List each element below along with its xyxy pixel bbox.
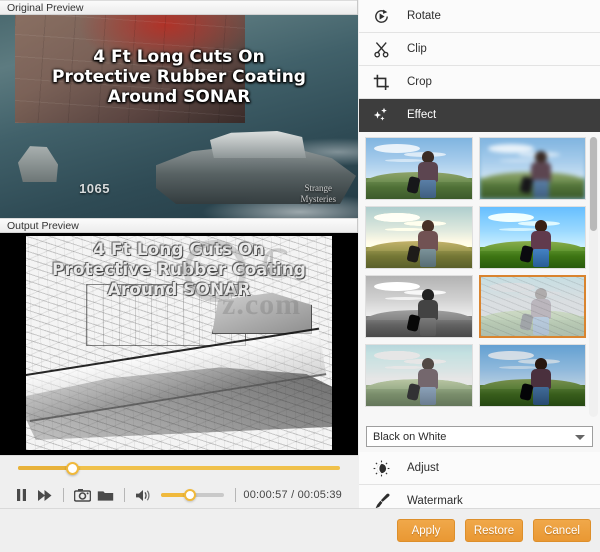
effect-thumbnail[interactable] <box>365 275 473 338</box>
tool-item-adjust[interactable]: Adjust <box>359 452 600 485</box>
caption-line-2: Protective Rubber Coating <box>52 67 306 88</box>
effect-preset-select-wrap: Black on White <box>359 422 600 452</box>
brightness-icon <box>373 460 399 477</box>
tool-item-clip[interactable]: Clip <box>359 33 600 66</box>
original-video-caption: 4 Ft Long Cuts On Protective Rubber Coat… <box>0 47 358 107</box>
effects-scrollbar-thumb[interactable] <box>590 137 597 231</box>
sparkle-icon <box>373 107 399 124</box>
effect-preset-select[interactable]: Black on White <box>366 426 593 447</box>
tool-label-clip: Clip <box>407 43 427 55</box>
effect-thumbnail[interactable] <box>365 206 473 269</box>
seek-progress-fill <box>18 466 73 470</box>
effect-thumbnail[interactable] <box>478 206 586 269</box>
divider <box>63 488 64 502</box>
tool-label-adjust: Adjust <box>407 462 439 474</box>
out-caption-line-3: Around SONAR <box>107 280 251 301</box>
caption-line-3: Around SONAR <box>107 87 251 108</box>
effect-preset-value: Black on White <box>373 430 447 443</box>
open-folder-button[interactable] <box>94 484 117 506</box>
crop-icon <box>373 74 399 91</box>
tool-item-rotate[interactable]: Rotate <box>359 0 600 33</box>
output-letterbox: 4 Ft Long Cuts On Protective Rubber Coat… <box>0 233 358 455</box>
channel-brand-overlay: Strange Mysteries <box>301 183 337 204</box>
dialog-footer: Apply Restore Cancel <box>0 508 600 552</box>
volume-handle[interactable] <box>184 489 197 501</box>
out-caption-line-2: Protective Rubber Coating <box>52 260 306 281</box>
snapshot-button[interactable] <box>71 484 94 506</box>
restore-button[interactable]: Restore <box>465 519 523 542</box>
rotate-icon <box>373 8 399 25</box>
original-preview-label: Original Preview <box>0 0 357 15</box>
effect-thumbnail[interactable] <box>478 344 586 407</box>
seek-slider[interactable] <box>18 461 340 475</box>
tool-label-watermark: Watermark <box>407 495 463 507</box>
playback-controls: 00:00:57 / 00:05:39 <box>0 455 358 510</box>
fast-forward-button[interactable] <box>33 484 56 506</box>
out-caption-line-1: 4 Ft Long Cuts On <box>93 240 265 260</box>
volume-slider[interactable] <box>160 489 225 501</box>
scissors-icon <box>373 41 399 58</box>
sketch-rendered-frame: 4 Ft Long Cuts On Protective Rubber Coat… <box>26 236 332 450</box>
tool-label-rotate: Rotate <box>407 10 441 22</box>
tool-label-effect: Effect <box>407 109 437 121</box>
seek-row <box>0 456 358 480</box>
seek-handle[interactable] <box>66 461 80 475</box>
brand-line-1: Strange <box>304 183 333 194</box>
caption-line-1: 4 Ft Long Cuts On <box>93 47 265 67</box>
transport-row: 00:00:57 / 00:05:39 <box>0 480 358 510</box>
effect-thumbnail[interactable] <box>478 137 586 200</box>
tool-item-effect[interactable]: Effect <box>359 99 600 132</box>
divider <box>123 488 125 502</box>
output-preview-label: Output Preview <box>0 218 357 233</box>
original-preview-video[interactable]: 1065 4 Ft Long Cuts On Protective Rubber… <box>0 15 358 218</box>
effect-thumbnail[interactable] <box>365 137 473 200</box>
tool-label-crop: Crop <box>407 76 432 88</box>
ship-hull-number: 1065 <box>79 181 110 196</box>
output-preview-video[interactable]: 4 Ft Long Cuts On Protective Rubber Coat… <box>0 233 358 455</box>
effects-scrollbar[interactable] <box>589 137 598 417</box>
divider <box>235 488 237 502</box>
apply-button[interactable]: Apply <box>397 519 455 542</box>
volume-icon[interactable] <box>132 484 155 506</box>
pause-button[interactable] <box>10 484 33 506</box>
chevron-down-icon[interactable] <box>575 434 585 440</box>
time-display: 00:00:57 / 00:05:39 <box>243 489 342 501</box>
effect-thumbnail-selected[interactable] <box>478 275 586 338</box>
brush-icon <box>373 493 399 510</box>
output-video-caption: 4 Ft Long Cuts On Protective Rubber Coat… <box>26 240 332 300</box>
tool-item-crop[interactable]: Crop <box>359 66 600 99</box>
cancel-button[interactable]: Cancel <box>533 519 591 542</box>
effects-thumbnail-area <box>359 132 600 422</box>
video-editor-window: Original Preview 1065 4 Ft Long Cuts On … <box>0 0 600 552</box>
tools-panel: Rotate Clip Crop Effect Black on White A… <box>359 0 600 552</box>
effects-grid <box>365 137 586 407</box>
effect-thumbnail[interactable] <box>365 344 473 407</box>
brand-line-2: Mysteries <box>300 193 337 204</box>
preview-column: Original Preview 1065 4 Ft Long Cuts On … <box>0 0 358 552</box>
